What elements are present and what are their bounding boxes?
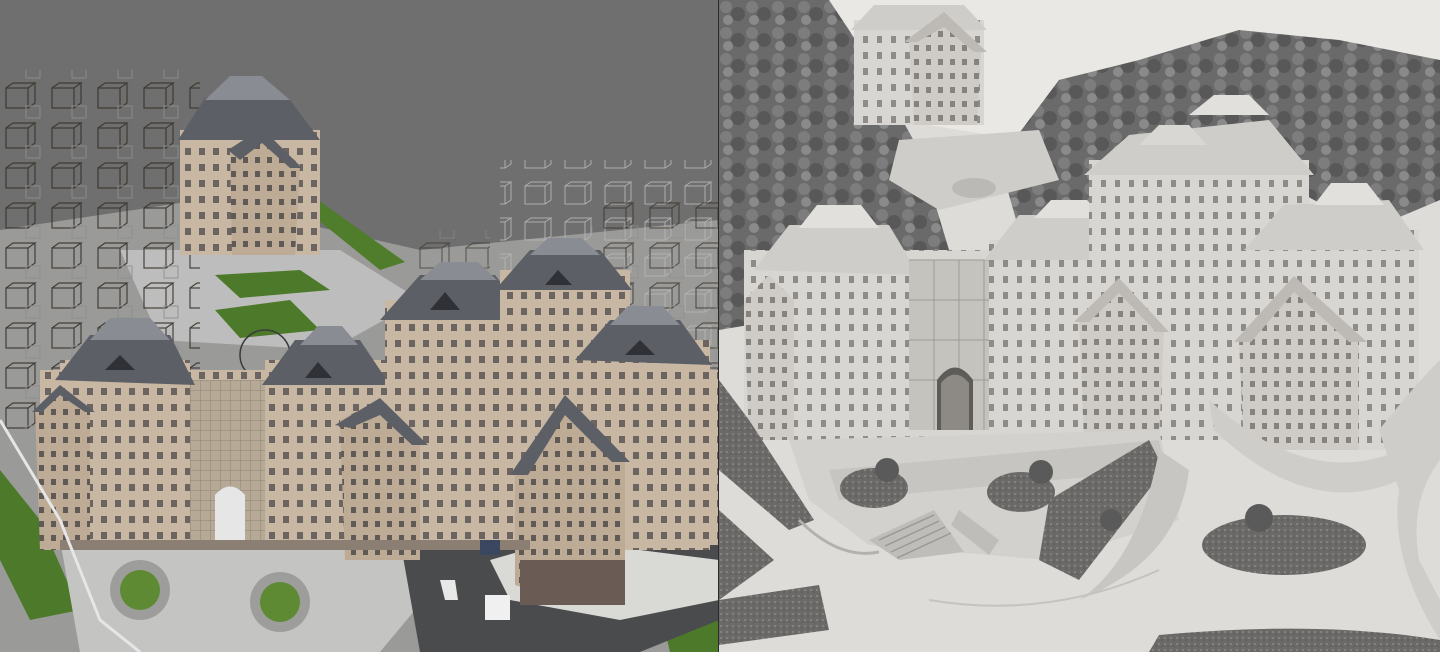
render-back-tower bbox=[851, 5, 987, 125]
viewport-scene bbox=[0, 0, 719, 652]
image-comparison bbox=[0, 0, 1440, 652]
render-scene bbox=[719, 0, 1440, 652]
viewport-panel bbox=[0, 0, 719, 652]
render-panel bbox=[719, 0, 1440, 652]
